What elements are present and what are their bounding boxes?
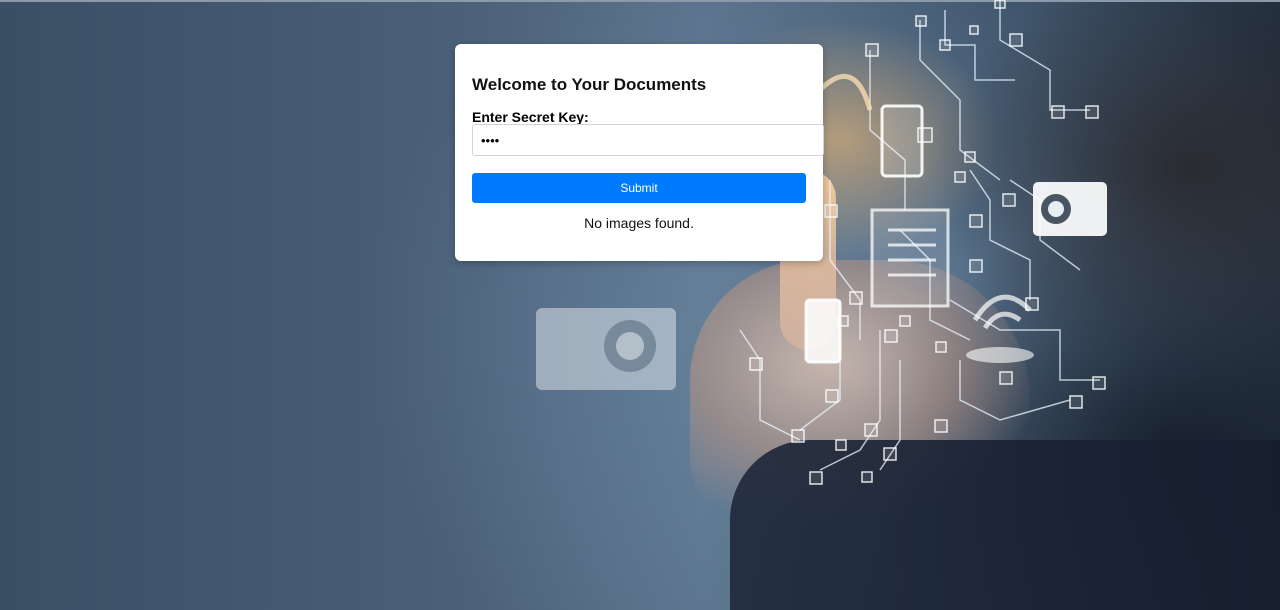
status-message: No images found. <box>584 215 694 231</box>
submit-button[interactable]: Submit <box>472 173 806 203</box>
secret-key-label: Enter Secret Key: <box>472 109 589 125</box>
page-title: Welcome to Your Documents <box>472 75 707 94</box>
secret-key-input[interactable] <box>472 124 824 156</box>
document-icon <box>870 208 950 308</box>
login-card: Welcome to Your Documents Enter Secret K… <box>455 44 824 261</box>
